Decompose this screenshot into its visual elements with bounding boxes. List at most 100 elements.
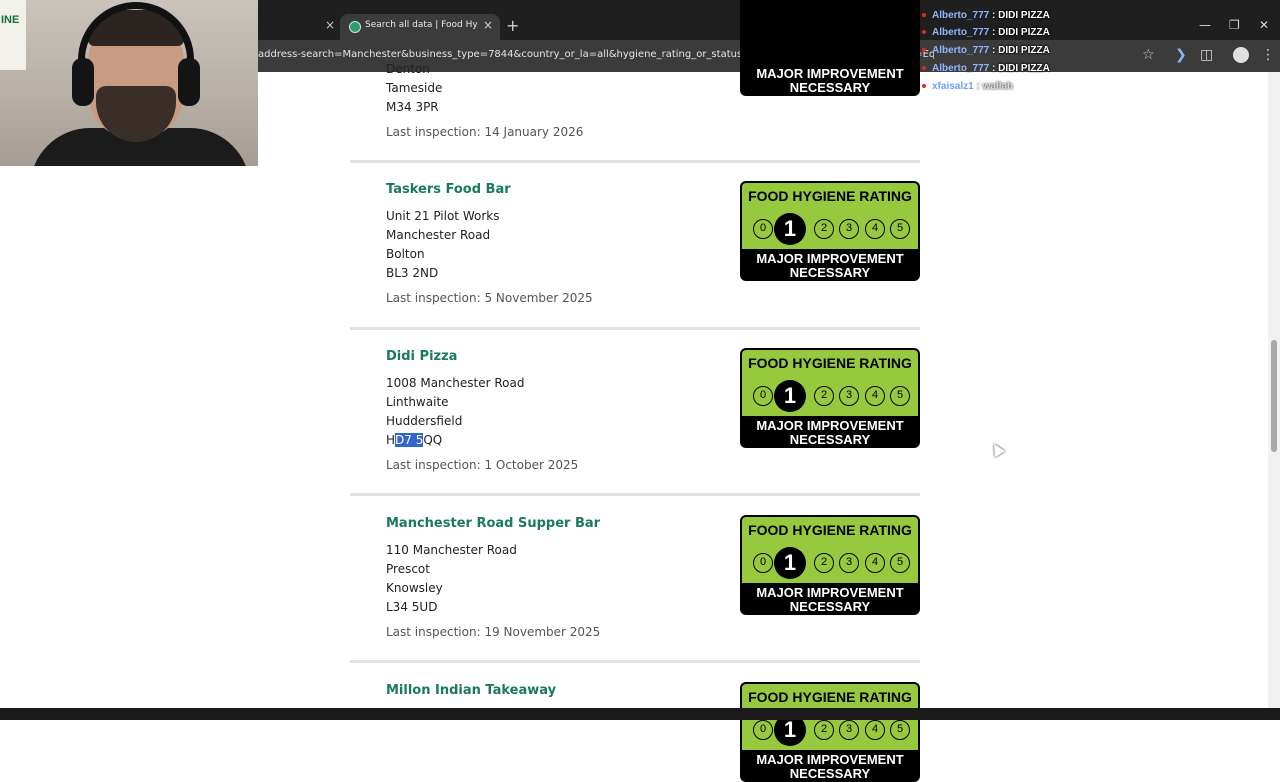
chat-badge-icon (922, 66, 926, 71)
divider (350, 327, 920, 330)
address-line: Linthwaite (386, 395, 449, 409)
extensions-icon[interactable]: ◫ (1200, 47, 1213, 63)
establishment-name-link[interactable]: Taskers Food Bar (386, 181, 593, 199)
caption-line: NECESSARY (789, 766, 871, 781)
chat-username: Alberto_777 (932, 27, 990, 38)
selected-text: D7 5 (395, 433, 424, 447)
caption-line: MAJOR IMPROVEMENT (756, 752, 904, 767)
caption-line: NECESSARY (789, 599, 871, 614)
caption-line: NECESSARY (789, 432, 871, 447)
stream-chat-overlay: Alberto_777 : DIDI PIZZA Alberto_777 : D… (918, 0, 1118, 96)
last-inspection: Last inspection: 14 January 2026 (386, 125, 584, 139)
establishment-name-link[interactable]: Didi Pizza (386, 348, 578, 366)
chat-username: Alberto_777 (932, 45, 990, 56)
establishment-name-link[interactable]: Millon Indian Takeaway (386, 682, 556, 700)
chat-text: DIDI PIZZA (998, 27, 1050, 38)
establishment-card: Taskers Food Bar Unit 21 Pilot Works Man… (386, 181, 593, 307)
rating-badge-caption: MAJOR IMPROVEMENT NECESSARY (740, 252, 920, 280)
read-aloud-icon[interactable]: ❯ (1175, 47, 1187, 63)
address-line: Bolton (386, 247, 425, 261)
rating-badge: FOOD HYGIENE RATING 0 1 2 3 4 5 MAJOR IMPROVEME… (740, 515, 920, 615)
divider (350, 660, 920, 663)
establishment-card: Didi Pizza 1008 Manchester Road Linthwai… (386, 348, 578, 474)
wall-sign-text: INE (1, 14, 20, 26)
chat-text: wallah (982, 81, 1014, 92)
rating-badge-title: FOOD HYGIENE RATING (748, 689, 912, 705)
chat-message: Alberto_777 : DIDI PIZZA (922, 45, 1050, 56)
browser-menu-icon[interactable]: ⋮ (1261, 47, 1275, 63)
chat-text: DIDI PIZZA (998, 45, 1050, 56)
address-line: Knowsley (386, 581, 443, 595)
rating-badge-green-panel: FOOD HYGIENE RATING 0 1 2 3 4 5 (742, 350, 918, 416)
last-inspection: Last inspection: 1 October 2025 (386, 458, 579, 472)
caption-line: MAJOR IMPROVEMENT (756, 251, 904, 266)
taskbar-strip (0, 708, 1280, 720)
address-line: 110 Manchester Road (386, 543, 517, 557)
new-tab-button[interactable]: + (506, 16, 519, 35)
chat-username: xfaisalz1 (932, 81, 974, 92)
divider (350, 493, 920, 496)
divider (350, 160, 920, 163)
address-line: Prescot (386, 562, 430, 576)
rating-score-circle: 0 (753, 553, 773, 573)
mouse-cursor-icon (988, 440, 1006, 458)
chat-separator: : (989, 63, 999, 74)
close-tab-icon[interactable]: × (325, 18, 335, 32)
browser-tab-active[interactable]: Search all data | Food Hygiene × (340, 14, 500, 40)
browser-tab-inactive[interactable]: × (258, 14, 340, 40)
chat-message: xfaisalz1 : wallah (922, 81, 1013, 92)
profile-avatar-icon[interactable] (1233, 47, 1249, 63)
rating-score-circle: 4 (865, 720, 885, 740)
address-line: Unit 21 Pilot Works (386, 209, 500, 223)
chat-badge-icon (922, 13, 926, 18)
restore-icon[interactable]: ❐ (1229, 18, 1240, 32)
rating-badge-caption: MAJOR IMPROVEMENT NECESSARY (740, 419, 920, 447)
fsa-favicon-icon (349, 21, 361, 33)
address-line: Huddersfield (386, 414, 463, 428)
chat-message: Alberto_777 : DIDI PIZZA (922, 27, 1050, 38)
rating-score-circle: 3 (839, 720, 859, 740)
chat-separator: : (989, 27, 999, 38)
rating-score-circle: 2 (814, 219, 834, 239)
wall-sign: INE (0, 0, 26, 70)
rating-score-selected: 1 (774, 547, 806, 579)
minimize-icon[interactable]: — (1199, 18, 1211, 32)
chat-message: Alberto_777 : DIDI PIZZA (922, 63, 1050, 74)
rating-badge: FOOD HYGIENE RATING 0 1 2 3 4 5 MAJOR IMPROVEME… (740, 181, 920, 281)
chat-message: Alberto_777 : DIDI PIZZA (922, 10, 1050, 21)
caption-line: MAJOR IMPROVEMENT (756, 585, 904, 600)
chat-username: Alberto_777 (932, 10, 990, 21)
bookmark-star-icon[interactable]: ☆ (1142, 47, 1155, 63)
rating-badge-caption: MAJOR IMPROVEMENT NECESSARY (740, 753, 920, 781)
webcam-overlay: INE (0, 0, 258, 166)
rating-score-circle: 2 (814, 720, 834, 740)
rating-score-circle: 2 (814, 386, 834, 406)
headphone-earcup (178, 58, 200, 106)
rating-badge-caption: MAJOR IMPROVEMENT NECESSARY (740, 67, 920, 95)
rating-score-circle: 5 (890, 553, 910, 573)
chat-separator: : (989, 45, 999, 56)
rating-score-circle: 2 (814, 553, 834, 573)
rating-score-circle: 0 (753, 720, 773, 740)
tab-title: Search all data | Food Hygiene (365, 20, 477, 30)
close-tab-icon[interactable]: × (483, 18, 493, 32)
address-line: Manchester Road (386, 228, 491, 242)
rating-score-circle: 5 (890, 386, 910, 406)
caption-line: NECESSARY (789, 80, 871, 95)
establishment-name-link[interactable]: Manchester Road Supper Bar (386, 515, 600, 533)
chat-badge-icon (922, 48, 926, 53)
rating-badge-title: FOOD HYGIENE RATING (748, 355, 912, 371)
last-inspection: Last inspection: 5 November 2025 (386, 291, 593, 305)
rating-score-circle: 5 (890, 219, 910, 239)
rating-score-circle: 4 (865, 219, 885, 239)
window-close-icon[interactable]: ✕ (1259, 18, 1269, 32)
scrollbar-thumb[interactable] (1271, 340, 1277, 452)
establishment-partial: Denton Tameside M34 3PR Last inspection:… (386, 60, 583, 141)
establishment-card: Millon Indian Takeaway (386, 682, 556, 700)
rating-badge-title: FOOD HYGIENE RATING (748, 522, 912, 538)
rating-badge-title: FOOD HYGIENE RATING (748, 188, 912, 204)
chat-text: DIDI PIZZA (998, 10, 1050, 21)
rating-score-circle: 0 (753, 219, 773, 239)
rating-badge: MAJOR IMPROVEMENT NECESSARY (740, 0, 920, 96)
rating-score-circle: 4 (865, 553, 885, 573)
